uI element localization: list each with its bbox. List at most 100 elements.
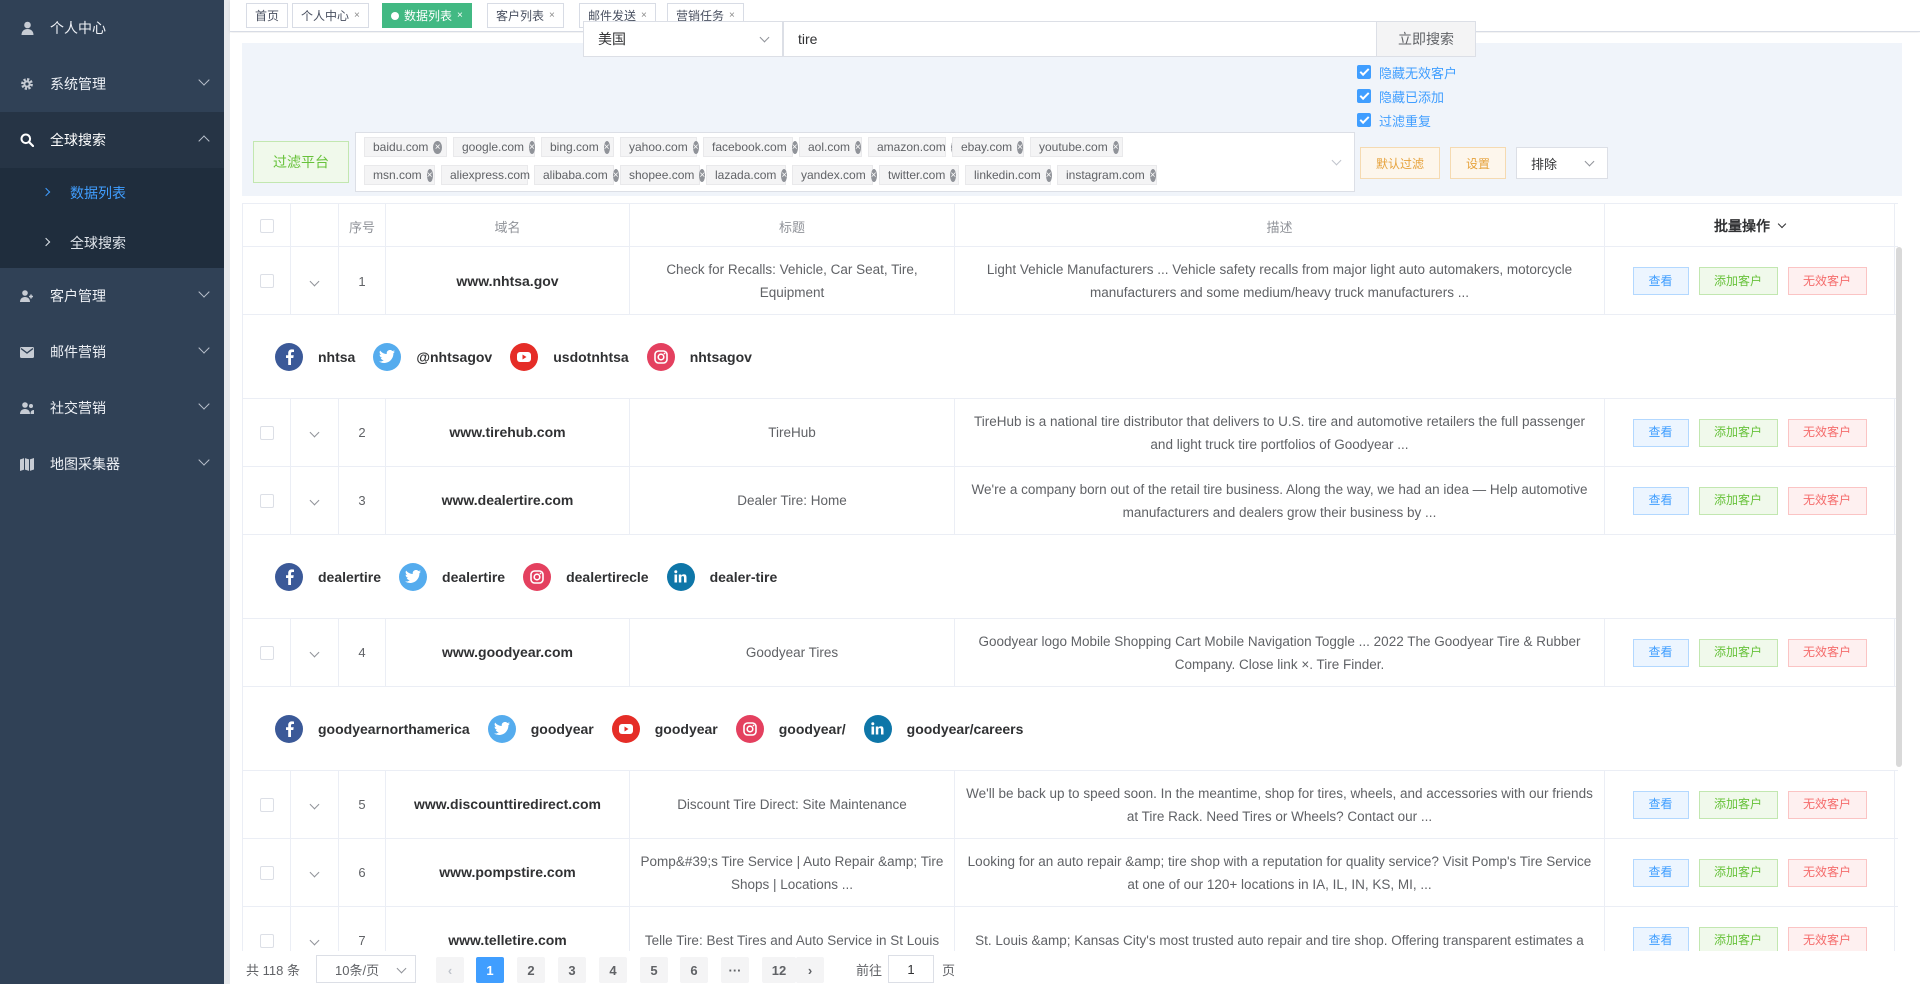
tab-profile[interactable]: 个人中心 × — [292, 3, 369, 28]
close-icon[interactable]: × — [641, 10, 647, 21]
page-button[interactable]: 1 — [476, 957, 504, 983]
table-scrollbar[interactable] — [1896, 247, 1902, 767]
invalid-customer-button[interactable]: 无效客户 — [1787, 418, 1867, 447]
expand-cell[interactable] — [291, 619, 339, 686]
view-button[interactable]: 查看 — [1632, 267, 1689, 295]
chevron-down-icon[interactable] — [309, 799, 320, 810]
page-button[interactable]: 5 — [640, 957, 668, 983]
tag-close-icon[interactable]: × — [781, 168, 788, 182]
tag-close-icon[interactable]: × — [529, 140, 535, 154]
tag-close-icon[interactable]: × — [950, 168, 957, 182]
add-customer-button[interactable]: 添加客户 — [1698, 267, 1778, 295]
row-checkbox-cell[interactable] — [243, 248, 291, 314]
checkbox-icon[interactable] — [259, 425, 274, 440]
default-filter-button[interactable]: 默认过滤 — [1360, 147, 1440, 179]
page-button[interactable]: 4 — [599, 957, 627, 983]
page-button[interactable]: 3 — [558, 957, 586, 983]
row-checkbox-cell[interactable] — [243, 907, 291, 951]
expand-cell[interactable] — [291, 399, 339, 466]
tag-close-icon[interactable]: × — [699, 168, 706, 182]
view-button[interactable]: 查看 — [1632, 638, 1689, 667]
sidebar-item-social-marketing[interactable]: 社交营销 — [0, 380, 228, 436]
expand-cell[interactable] — [291, 467, 339, 534]
select-all-checkbox-cell[interactable] — [243, 204, 291, 248]
checkbox-icon[interactable] — [259, 933, 274, 948]
checkbox-icon[interactable] — [259, 493, 274, 508]
invalid-customer-button[interactable]: 无效客户 — [1787, 267, 1867, 295]
sidebar-item-map-collector[interactable]: 地图采集器 — [0, 436, 228, 492]
page-size-select[interactable]: 10条/页 — [316, 955, 416, 983]
checkbox-filter-duplicates[interactable]: 过滤重复 — [1357, 110, 1431, 130]
expand-cell[interactable] — [291, 839, 339, 906]
facebook-icon[interactable] — [275, 342, 303, 371]
social-handle[interactable]: goodyear — [655, 721, 718, 737]
row-checkbox-cell[interactable] — [243, 399, 291, 466]
row-checkbox-cell[interactable] — [243, 839, 291, 906]
checkbox-icon[interactable] — [259, 645, 274, 660]
checkbox-icon[interactable] — [259, 219, 274, 233]
social-handle[interactable]: goodyear/careers — [907, 721, 1024, 737]
tag-close-icon[interactable]: × — [791, 140, 798, 154]
row-checkbox-cell[interactable] — [243, 619, 291, 686]
checkbox-hide-added[interactable]: 隐藏已添加 — [1357, 86, 1444, 106]
social-handle[interactable]: usdotnhtsa — [553, 349, 628, 365]
settings-button[interactable]: 设置 — [1450, 147, 1506, 179]
add-customer-button[interactable]: 添加客户 — [1698, 638, 1778, 667]
instagram-icon[interactable] — [646, 342, 675, 371]
country-select[interactable]: 美国 — [583, 21, 783, 57]
expand-cell[interactable] — [291, 771, 339, 838]
tab-data-list[interactable]: 数据列表 × — [382, 3, 472, 28]
tag-close-icon[interactable]: × — [1045, 168, 1052, 182]
checkbox-icon[interactable] — [259, 865, 274, 880]
twitter-icon[interactable] — [373, 342, 402, 371]
sidebar-item-customers[interactable]: 客户管理 — [0, 268, 228, 324]
add-customer-button[interactable]: 添加客户 — [1698, 858, 1778, 887]
linkedin-icon[interactable] — [863, 714, 892, 743]
prev-page-button[interactable]: ‹ — [436, 957, 464, 983]
chevron-down-icon[interactable] — [309, 935, 320, 946]
sidebar-item-email-marketing[interactable]: 邮件营销 — [0, 324, 228, 380]
social-handle[interactable]: dealertire — [442, 569, 505, 585]
tag-close-icon[interactable]: × — [870, 168, 877, 182]
add-customer-button[interactable]: 添加客户 — [1698, 418, 1778, 447]
checkbox-icon[interactable] — [259, 274, 274, 288]
chevron-down-icon[interactable] — [309, 276, 320, 286]
social-handle[interactable]: dealer-tire — [710, 569, 778, 585]
view-button[interactable]: 查看 — [1632, 486, 1689, 515]
social-handle[interactable]: goodyear/ — [779, 721, 846, 737]
close-icon[interactable]: × — [457, 10, 463, 21]
linkedin-icon[interactable] — [666, 562, 695, 591]
expand-cell[interactable] — [291, 248, 339, 314]
tag-close-icon[interactable]: × — [433, 140, 442, 154]
close-icon[interactable]: × — [549, 10, 555, 21]
chevron-down-icon[interactable] — [309, 427, 320, 438]
invalid-customer-button[interactable]: 无效客户 — [1787, 486, 1867, 515]
view-button[interactable]: 查看 — [1632, 418, 1689, 447]
expand-cell[interactable] — [291, 907, 339, 951]
page-button[interactable]: ··· — [721, 957, 749, 983]
tag-close-icon[interactable]: × — [603, 140, 610, 154]
next-page-button[interactable]: › — [796, 957, 824, 983]
invalid-customer-button[interactable]: 无效客户 — [1787, 638, 1867, 667]
tag-close-icon[interactable]: × — [1112, 140, 1119, 154]
page-button[interactable]: 12 — [762, 957, 796, 983]
instagram-icon[interactable] — [523, 562, 552, 591]
tag-close-icon[interactable]: × — [612, 168, 619, 182]
goto-page-input[interactable]: 1 — [888, 955, 934, 983]
filter-platform-button[interactable]: 过滤平台 — [253, 141, 349, 183]
twitter-icon[interactable] — [487, 714, 516, 743]
chevron-down-icon[interactable] — [309, 495, 320, 506]
page-button[interactable]: 6 — [680, 957, 708, 983]
social-handle[interactable]: goodyear — [531, 721, 594, 737]
social-handle[interactable]: dealertire — [318, 569, 381, 585]
tag-close-icon[interactable]: × — [426, 168, 433, 182]
platform-multiselect[interactable]: baidu.com × google.com × bing.com × yahoo.com ×… — [355, 132, 1355, 192]
view-button[interactable]: 查看 — [1632, 858, 1689, 887]
social-handle[interactable]: nhtsagov — [690, 349, 752, 365]
sidebar-subitem-data-list[interactable]: 数据列表 — [0, 168, 228, 218]
row-checkbox-cell[interactable] — [243, 771, 291, 838]
invalid-customer-button[interactable]: 无效客户 — [1787, 926, 1867, 951]
social-handle[interactable]: dealertirecle — [566, 569, 649, 585]
view-button[interactable]: 查看 — [1632, 926, 1689, 951]
checkbox-hide-invalid[interactable]: 隐藏无效客户 — [1357, 62, 1457, 82]
